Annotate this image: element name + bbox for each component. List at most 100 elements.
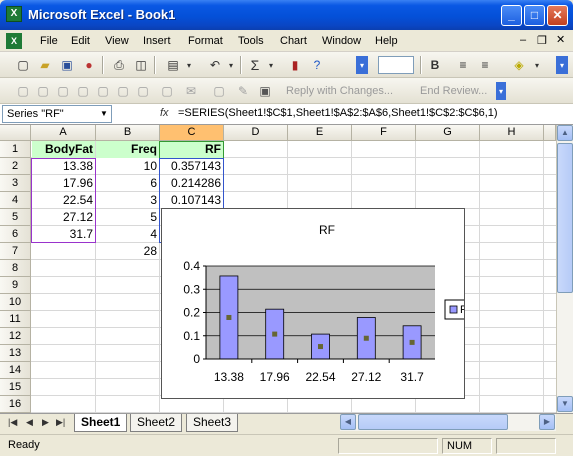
tab-sheet3[interactable]: Sheet3 [186, 414, 239, 432]
scroll-left-button[interactable]: ◀ [340, 414, 356, 430]
undo-dropdown-icon[interactable]: ▾ [222, 56, 240, 74]
column-header-i[interactable] [544, 125, 556, 141]
row-header[interactable]: 10 [0, 294, 31, 311]
save-icon[interactable]: ▣ [58, 56, 76, 74]
column-header-h[interactable]: H [480, 125, 544, 141]
row-header[interactable]: 8 [0, 260, 31, 277]
column-header-c[interactable]: C [160, 125, 224, 141]
fill-color-icon[interactable]: ◈ [510, 56, 528, 74]
row-header[interactable]: 14 [0, 362, 31, 379]
minimize-button[interactable]: _ [501, 5, 522, 26]
row-header[interactable]: 4 [0, 192, 31, 209]
row-header[interactable]: 1 [0, 141, 31, 158]
row-header[interactable]: 13 [0, 345, 31, 362]
permission-icon[interactable]: ● [80, 56, 98, 74]
align-right-icon[interactable]: ≡ [476, 56, 494, 74]
print-preview-icon[interactable]: ◫ [132, 56, 150, 74]
menu-edit[interactable]: Edit [71, 35, 90, 47]
row-header[interactable]: 7 [0, 243, 31, 260]
last-sheet-icon[interactable]: ▶| [56, 417, 65, 428]
menu-tools[interactable]: Tools [238, 35, 264, 47]
font-size-select[interactable] [378, 56, 414, 74]
close-button[interactable]: ✕ [547, 5, 568, 26]
menu-format[interactable]: Format [188, 35, 223, 47]
cell-b1[interactable]: Freq [96, 141, 159, 158]
send-mail-icon[interactable]: ✉ [182, 82, 200, 100]
column-header-g[interactable]: G [416, 125, 480, 141]
name-box[interactable]: Series "RF" [2, 105, 112, 123]
delete-comment-icon[interactable]: ▢ [54, 82, 72, 100]
row-header[interactable]: 3 [0, 175, 31, 192]
name-box-dropdown-icon[interactable]: ▼ [100, 109, 108, 118]
horizontal-scroll-thumb[interactable] [358, 414, 508, 430]
column-header-a[interactable]: A [31, 125, 96, 141]
cell-b3[interactable]: 6 [96, 175, 159, 192]
first-sheet-icon[interactable]: |◀ [8, 417, 17, 428]
end-review-button[interactable]: End Review... [420, 85, 487, 97]
horizontal-scrollbar[interactable]: ◀ ▶ [340, 414, 556, 431]
row-header[interactable]: 5 [0, 209, 31, 226]
doc-minimize-button[interactable]: – [520, 34, 526, 46]
cell-b7[interactable]: 28 [96, 243, 159, 260]
new-icon[interactable]: ▢ [14, 56, 32, 74]
row-header[interactable]: 15 [0, 379, 31, 396]
cell-b6[interactable]: 4 [96, 226, 159, 243]
new-comment-icon[interactable]: ▢ [14, 82, 32, 100]
toolbar-options-icon[interactable]: ▾ [356, 56, 368, 74]
legend[interactable]: RF [444, 299, 485, 320]
select-all-corner[interactable] [0, 125, 31, 141]
reply-with-changes-button[interactable]: Reply with Changes... [286, 85, 393, 97]
bold-icon[interactable]: B [426, 56, 444, 74]
chart-wizard-icon[interactable]: ▮ [286, 56, 304, 74]
autosum-dropdown-icon[interactable]: ▾ [262, 56, 280, 74]
show-comment-icon[interactable]: ▢ [34, 82, 52, 100]
doc-restore-button[interactable]: ❐ [537, 34, 547, 47]
row-header[interactable]: 11 [0, 311, 31, 328]
review-icon[interactable]: ▣ [256, 82, 274, 100]
column-header-f[interactable]: F [352, 125, 416, 141]
show-all-comments-icon[interactable]: ▢ [94, 82, 112, 100]
hide-comment-icon[interactable]: ▢ [74, 82, 92, 100]
menu-window[interactable]: Window [322, 35, 361, 47]
column-header-d[interactable]: D [224, 125, 288, 141]
open-icon[interactable]: ▰ [36, 56, 54, 74]
column-header-e[interactable]: E [288, 125, 352, 141]
row-header[interactable]: 12 [0, 328, 31, 345]
toolbar-options-icon[interactable]: ▾ [556, 56, 568, 74]
cell-b5[interactable]: 5 [96, 209, 159, 226]
doc-close-button[interactable]: ✕ [556, 33, 565, 46]
track-changes-icon[interactable]: ▢ [158, 82, 176, 100]
embedded-chart[interactable]: RF 0 0.1 0.2 0.3 0.4 13.38 17.96 22.54 27.12 31.… [161, 208, 485, 399]
cell-b2[interactable]: 10 [96, 158, 159, 175]
scroll-right-button[interactable]: ▶ [539, 414, 555, 430]
formula-input[interactable]: =SERIES(Sheet1!$C$1,Sheet1!$A$2:$A$6,She… [178, 107, 498, 119]
row-header[interactable]: 16 [0, 396, 31, 413]
highlight-icon[interactable]: ▢ [210, 82, 228, 100]
fill-color-dropdown-icon[interactable]: ▾ [528, 56, 546, 74]
row-header[interactable]: 6 [0, 226, 31, 243]
maximize-button[interactable]: □ [524, 5, 545, 26]
prev-sheet-icon[interactable]: ◀ [26, 417, 33, 428]
next-sheet-icon[interactable]: ▶ [42, 417, 49, 428]
scroll-up-button[interactable]: ▲ [557, 125, 573, 141]
tab-sheet2[interactable]: Sheet2 [130, 414, 183, 432]
vertical-scrollbar[interactable]: ▲ ▼ [556, 125, 573, 413]
menu-chart[interactable]: Chart [280, 35, 307, 47]
help-icon[interactable]: ? [308, 56, 326, 74]
cell-a1[interactable]: BodyFat [32, 141, 95, 158]
menu-file[interactable]: File [40, 35, 58, 47]
tab-sheet1[interactable]: Sheet1 [74, 414, 128, 432]
scroll-down-button[interactable]: ▼ [557, 396, 573, 412]
toolbar-options-icon[interactable]: ▾ [496, 82, 506, 100]
column-header-b[interactable]: B [96, 125, 160, 141]
print-icon[interactable]: ⎙ [110, 56, 128, 74]
row-header[interactable]: 2 [0, 158, 31, 175]
cell-b4[interactable]: 3 [96, 192, 159, 209]
vertical-scroll-thumb[interactable] [557, 143, 573, 293]
ink-annotation-icon[interactable]: ✎ [234, 82, 252, 100]
fx-icon[interactable]: fx [160, 107, 169, 119]
workbook-icon[interactable]: X [6, 33, 22, 49]
align-center-icon[interactable]: ≡ [454, 56, 472, 74]
paste-dropdown-icon[interactable]: ▾ [180, 56, 198, 74]
menu-view[interactable]: View [105, 35, 129, 47]
